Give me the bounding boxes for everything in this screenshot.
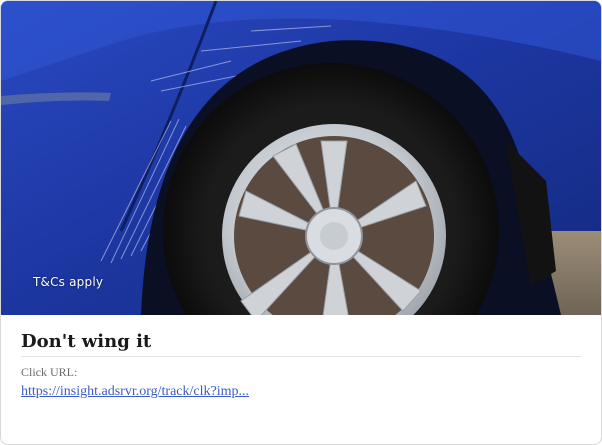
- terms-overlay-text: T&Cs apply: [33, 275, 104, 289]
- ad-headline: Don't wing it: [21, 331, 581, 357]
- ad-image[interactable]: T&Cs apply: [1, 1, 601, 315]
- click-url-link[interactable]: https://insight.adsrvr.org/track/clk?imp…: [21, 384, 249, 400]
- ad-card: T&Cs apply Don't wing it Click URL: http…: [0, 0, 602, 445]
- click-url-label: Click URL:: [21, 365, 78, 379]
- car-wheel-photo: [1, 1, 601, 315]
- ad-text-section: Don't wing it Click URL: https://insight…: [21, 331, 581, 400]
